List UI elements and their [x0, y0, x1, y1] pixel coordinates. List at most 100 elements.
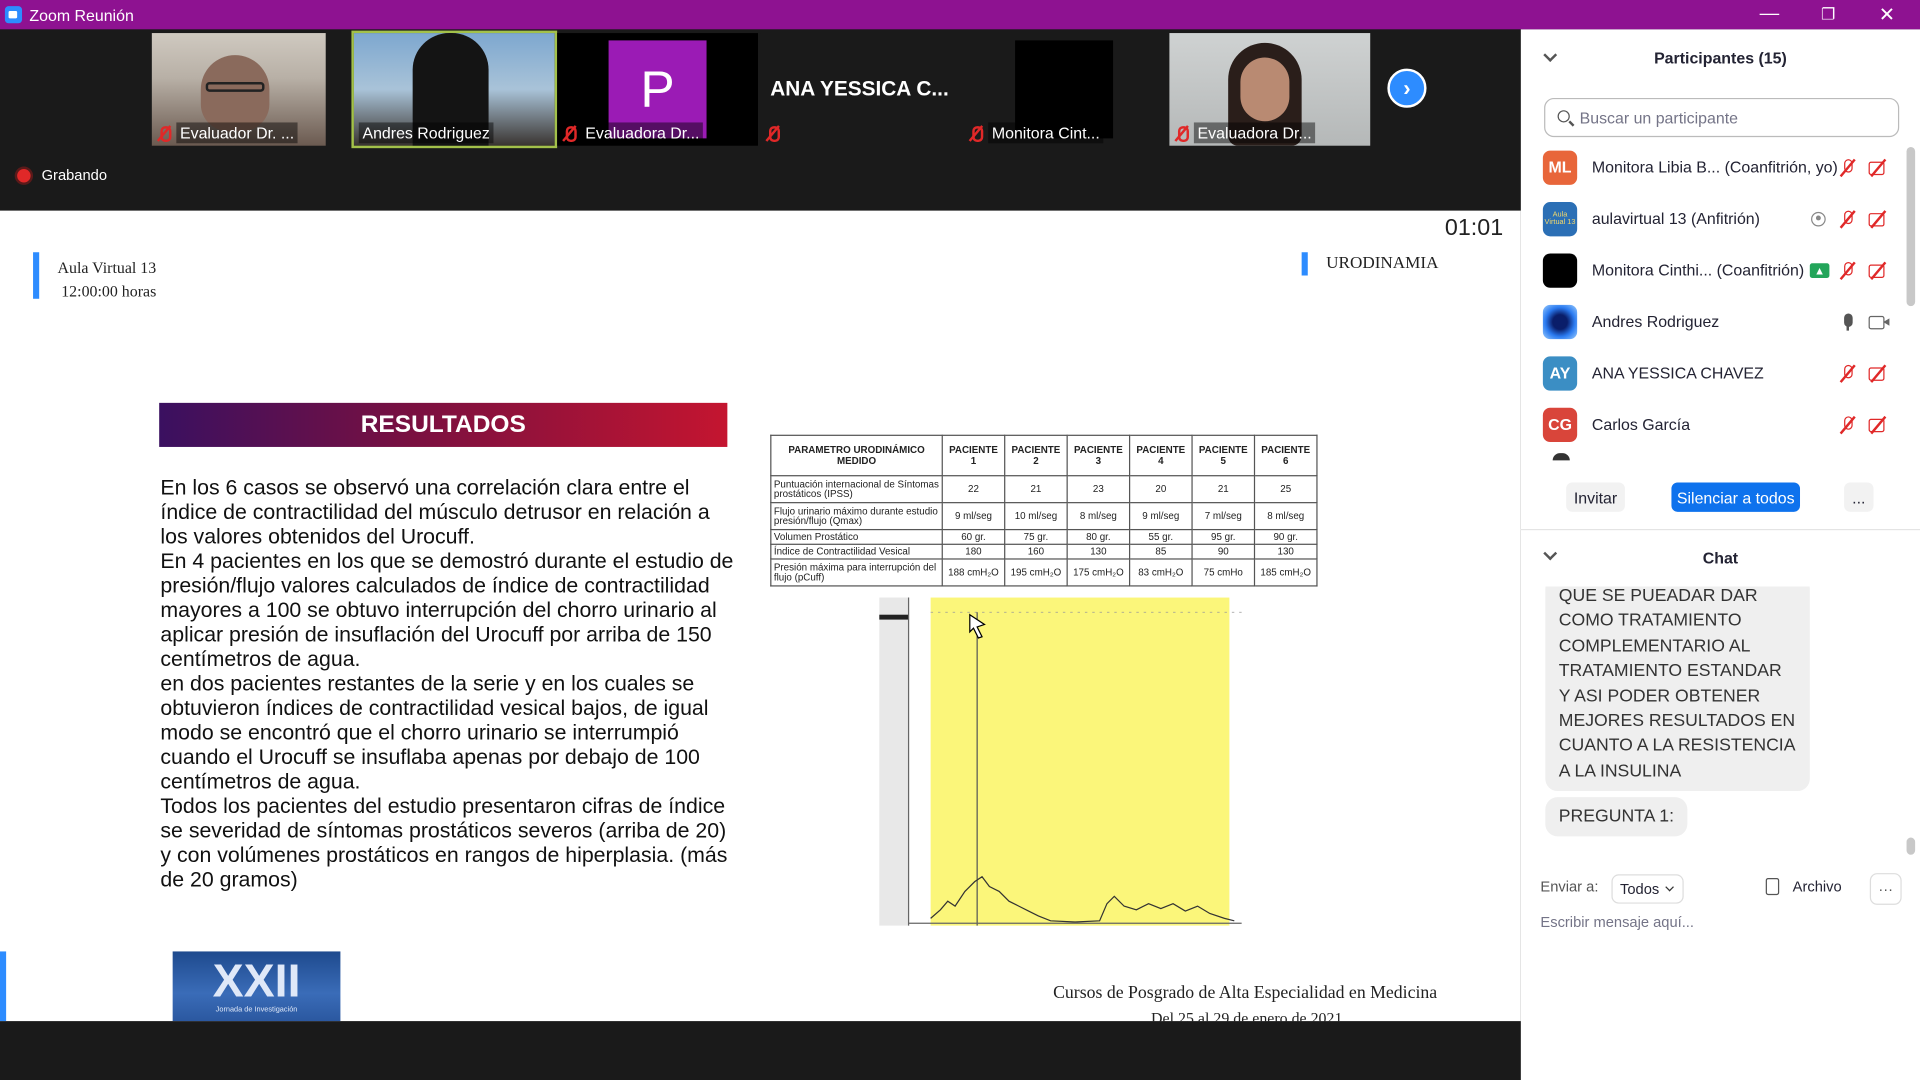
video-tile[interactable]: Evaluadora Dr... — [1169, 33, 1371, 146]
mic-muted-icon — [765, 125, 781, 143]
table-cell: 25 — [1253, 475, 1318, 504]
mic-muted-icon[interactable] — [1838, 363, 1858, 383]
collapse-chevron-icon[interactable] — [1543, 48, 1558, 63]
table-header: PACIENTE 3 — [1066, 434, 1131, 477]
participant-row[interactable]: Aula Virtual 13 aulavirtual 13 (Anfitrió… — [1521, 193, 1905, 243]
table-cell: 130 — [1253, 543, 1318, 560]
chat-more-button[interactable]: ··· — [1869, 873, 1902, 905]
participant-search-input[interactable]: Buscar un participante — [1544, 97, 1900, 138]
table-cell: 8 ml/seg — [1253, 502, 1318, 531]
recording-icon — [1811, 211, 1826, 226]
search-icon — [1557, 110, 1570, 123]
logo-text: XXII — [212, 956, 301, 1008]
send-to-value: Todos — [1620, 880, 1660, 898]
video-strip: Evaluador Dr. ... Andres Rodriguez P Eva… — [0, 29, 1521, 211]
video-tile[interactable]: ANA YESSICA C... — [760, 33, 962, 146]
camera-off-icon[interactable] — [1868, 363, 1889, 383]
mic-muted-icon — [1174, 125, 1189, 143]
results-paragraph: Todos los pacientes del estudio presenta… — [160, 793, 728, 892]
table-cell: Volumen Prostático — [770, 528, 943, 545]
search-placeholder: Buscar un participante — [1579, 108, 1739, 127]
invite-button[interactable]: Invitar — [1566, 482, 1625, 512]
window-title: Zoom Reunión — [29, 5, 134, 24]
participant-row[interactable]: AY ANA YESSICA CHAVEZ — [1521, 348, 1905, 398]
table-cell: 75 gr. — [1004, 528, 1068, 545]
collapse-chevron-icon[interactable] — [1543, 546, 1558, 561]
participant-scrollbar[interactable] — [1906, 146, 1916, 307]
video-tile-active[interactable]: Andres Rodriguez — [351, 30, 558, 149]
camera-off-icon[interactable] — [1868, 157, 1889, 177]
video-tile[interactable]: Evaluador Dr. ... — [151, 33, 326, 146]
video-tile[interactable]: P Evaluadora Dr... — [557, 33, 758, 146]
tile-name: Andres Rodriguez — [358, 122, 494, 144]
chat-header[interactable]: Chat — [1521, 531, 1920, 582]
table-cell: 20 — [1128, 475, 1193, 504]
accent-bar — [33, 252, 40, 299]
chat-scrollbar[interactable] — [1906, 837, 1916, 855]
camera-off-icon[interactable] — [1868, 414, 1889, 434]
restore-button[interactable]: ❐ — [1800, 0, 1856, 29]
participant-list: ML Monitora Libia B... (Coanfitrión, yo)… — [1521, 142, 1905, 490]
chat-input[interactable]: Escribir mensaje aquí... — [1540, 913, 1694, 930]
avatar: Aula Virtual 13 — [1542, 201, 1578, 236]
camera-off-icon[interactable] — [1868, 209, 1889, 229]
camera-icon[interactable] — [1868, 312, 1890, 332]
tile-name: Evaluador Dr. ... — [176, 122, 298, 144]
screen-bottom-bar — [0, 1021, 1521, 1080]
participant-row[interactable]: ML Monitora Libia B... (Coanfitrión, yo) — [1521, 142, 1905, 192]
screen-share-icon: ▲ — [1809, 262, 1830, 278]
chat-messages: QUE SE PUEADAR DAR COMO TRATAMIENTO COMP… — [1521, 586, 1905, 859]
table-cell: 195 cmH₂O — [1004, 558, 1068, 587]
avatar — [1542, 252, 1578, 288]
table-header: PACIENTE 4 — [1128, 434, 1193, 477]
camera-off-icon[interactable] — [1868, 260, 1889, 280]
table-header: PACIENTE 2 — [1004, 434, 1068, 477]
video-tile[interactable]: Monitora Cint... — [963, 33, 1165, 146]
mic-muted-icon[interactable] — [1838, 209, 1858, 229]
send-to-select[interactable]: Todos — [1611, 874, 1684, 904]
avatar — [1542, 304, 1578, 339]
accent-bar — [0, 951, 7, 1022]
tile-big-name: ANA YESSICA C... — [770, 77, 949, 101]
participant-name: Carlos García — [1591, 415, 1691, 434]
participants-header[interactable]: Participantes (15) — [1521, 29, 1920, 85]
next-page-button[interactable]: › — [1387, 68, 1427, 108]
avatar: CG — [1542, 407, 1578, 442]
aula-info: Aula Virtual 13 12:00:00 horas — [58, 256, 157, 303]
aula-time: 12:00:00 horas — [61, 281, 157, 301]
table-cell: 90 — [1191, 543, 1256, 560]
mic-muted-icon[interactable] — [1838, 414, 1858, 434]
recording-indicator[interactable]: Grabando — [17, 167, 107, 184]
mic-icon[interactable] — [1838, 312, 1858, 332]
participant-name: Andres Rodriguez — [1591, 312, 1720, 331]
participant-row[interactable]: CG Carlos García — [1521, 399, 1905, 449]
participant-row[interactable]: Andres Rodriguez — [1521, 296, 1905, 346]
table-header: PACIENTE 6 — [1253, 434, 1318, 477]
tile-name: Evaluadora Dr... — [1193, 122, 1316, 144]
slide-topic: URODINAMIA — [1326, 254, 1439, 274]
mute-all-button[interactable]: Silenciar a todos — [1671, 482, 1801, 512]
mic-muted-icon[interactable] — [1838, 157, 1858, 177]
chevron-down-icon — [1665, 882, 1674, 892]
close-button[interactable]: ✕ — [1859, 0, 1915, 29]
mic-muted-icon — [969, 125, 984, 143]
minimize-button[interactable]: — — [1741, 0, 1797, 29]
mic-muted-icon[interactable] — [1838, 260, 1858, 280]
table-cell: 22 — [941, 475, 1006, 504]
side-panel: Participantes (15) Buscar un participant… — [1520, 29, 1920, 1080]
participant-name: Monitora Libia B... (Coanfitrión, yo) — [1591, 157, 1838, 177]
recording-label: Grabando — [41, 166, 107, 184]
avatar-partial — [1552, 453, 1570, 461]
more-options-button[interactable]: ... — [1844, 482, 1874, 512]
participant-row[interactable]: Monitora Cinthi... (Coanfitrión) ▲ — [1521, 245, 1905, 295]
accent-bar — [1301, 252, 1308, 276]
panel-divider — [1520, 528, 1920, 531]
chat-message: QUE SE PUEADAR DAR COMO TRATAMIENTO COMP… — [1545, 586, 1810, 792]
table-cell: 180 — [941, 543, 1006, 560]
plot-axis-mark — [879, 614, 909, 620]
table-cell: Flujo urinario máximo durante estudio pr… — [770, 502, 943, 531]
participant-name: ANA YESSICA CHAVEZ — [1591, 363, 1764, 383]
file-icon[interactable] — [1765, 877, 1780, 896]
file-button[interactable]: Archivo — [1793, 878, 1842, 895]
tile-name: Monitora Cint... — [988, 122, 1104, 144]
